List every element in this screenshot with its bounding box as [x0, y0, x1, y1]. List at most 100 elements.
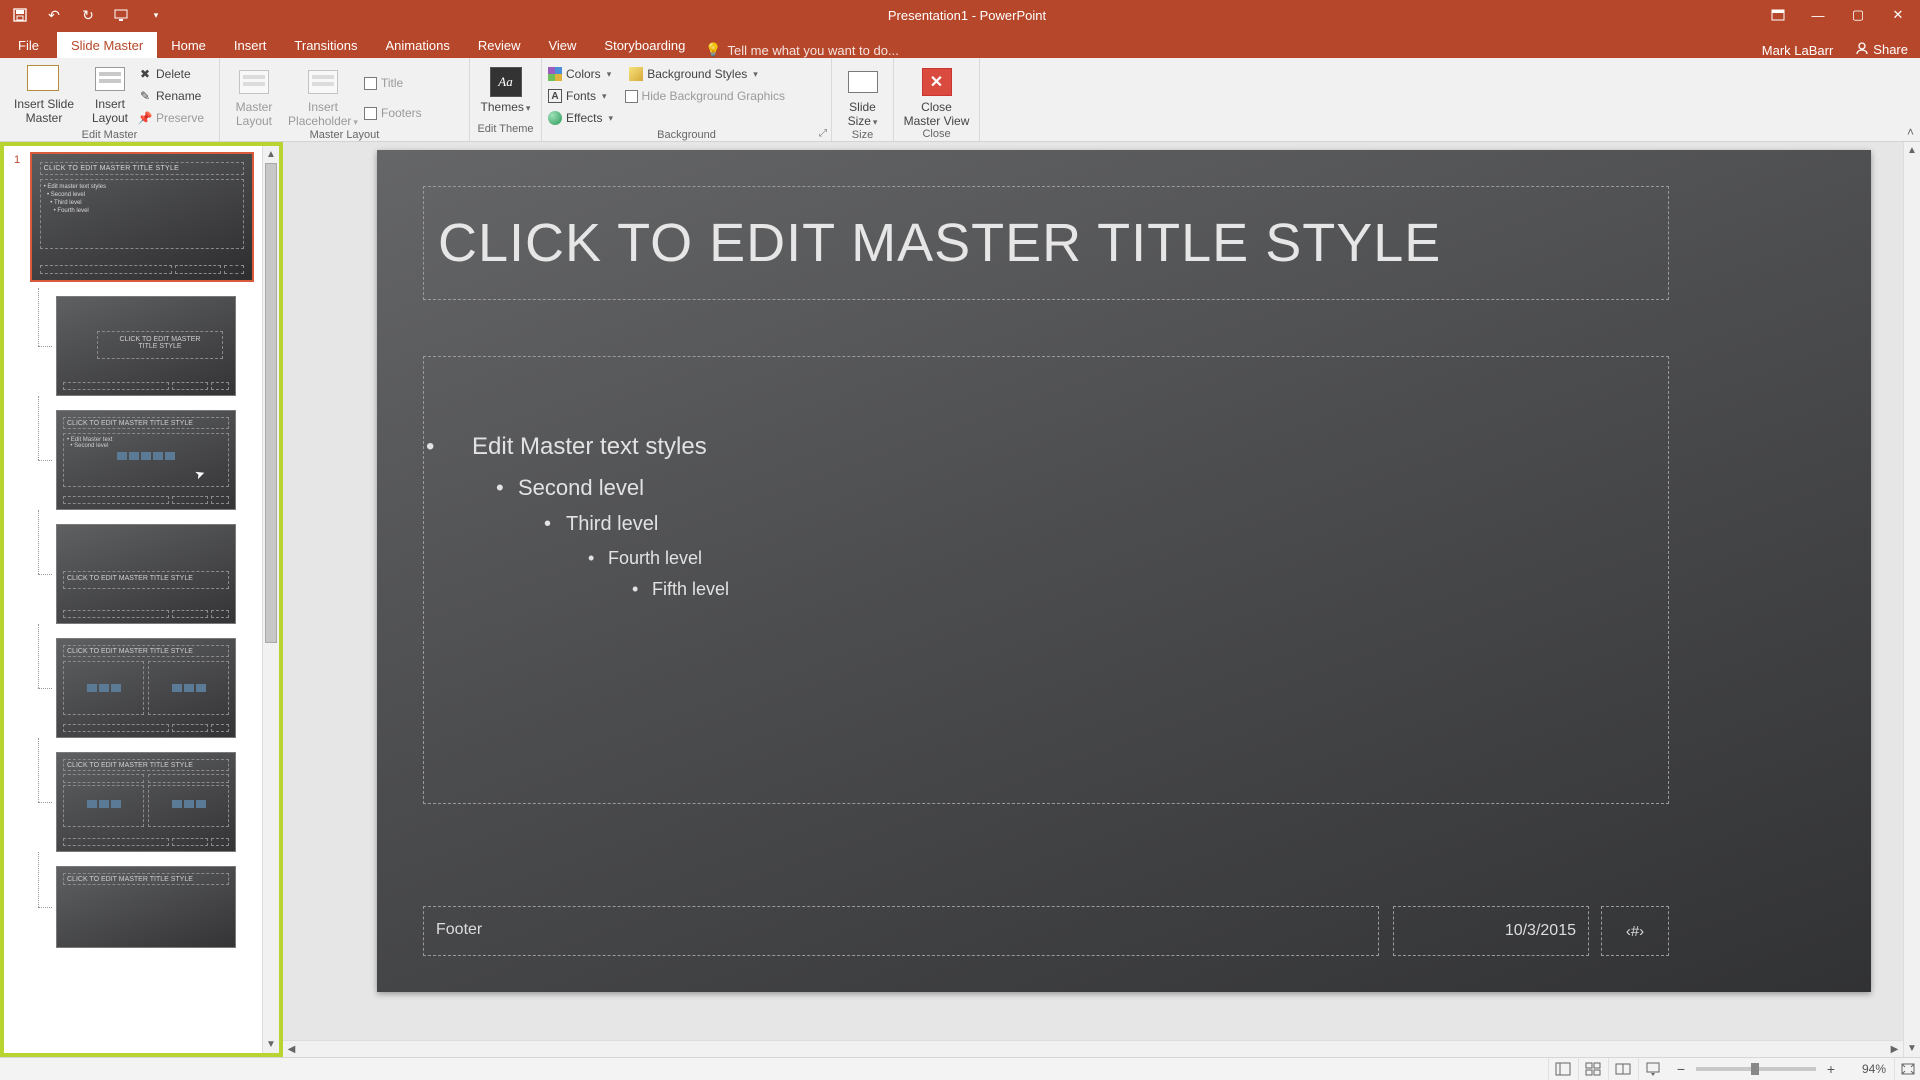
footers-checkbox[interactable]: Footers [364, 102, 422, 124]
window-title: Presentation1 - PowerPoint [164, 8, 1770, 23]
insert-layout-button[interactable]: Insert Layout [84, 61, 136, 125]
qat-customize-icon[interactable]: ▾ [148, 7, 164, 23]
slide-edit-pane[interactable]: CLICK TO EDIT MASTER TITLE STYLE Edit Ma… [283, 142, 1903, 1057]
background-dialog-launcher-icon[interactable]: ⤢ [819, 128, 827, 139]
group-label-background: Background [548, 129, 825, 141]
tab-file[interactable]: File [0, 32, 57, 58]
delete-icon: ✖ [138, 67, 152, 81]
title-placeholder[interactable]: CLICK TO EDIT MASTER TITLE STYLE [423, 186, 1669, 300]
editor-area: CLICK TO EDIT MASTER TITLE STYLE Edit Ma… [283, 142, 1920, 1057]
normal-view-button[interactable] [1548, 1058, 1576, 1080]
tab-animations[interactable]: Animations [372, 32, 464, 58]
slide-size-button[interactable]: Slide Size [838, 64, 887, 129]
thumbnail-panel-highlight: 1 CLICK TO EDIT MASTER TITLE STYLE • Edi… [0, 142, 283, 1057]
layout-thumbnail-title-slide[interactable]: CLICK TO EDIT MASTER TITLE STYLE [56, 296, 236, 396]
body-level-1[interactable]: Edit Master text styles [448, 433, 1644, 461]
fit-to-window-button[interactable] [1894, 1058, 1920, 1080]
undo-icon[interactable]: ↶ [46, 7, 62, 23]
lightbulb-icon: 💡 [705, 42, 721, 58]
slide-master-thumbnail[interactable]: CLICK TO EDIT MASTER TITLE STYLE • Edit … [30, 152, 254, 282]
tab-insert[interactable]: Insert [220, 32, 281, 58]
background-styles-button[interactable]: Background Styles [629, 63, 758, 85]
slide-number-placeholder[interactable]: ‹#› [1601, 906, 1669, 956]
start-from-beginning-icon[interactable] [114, 7, 130, 23]
layout-thumbnail-comparison[interactable]: CLICK TO EDIT MASTER TITLE STYLE [56, 752, 236, 852]
scroll-right-icon[interactable]: ▶ [1886, 1044, 1903, 1055]
zoom-slider-handle[interactable] [1751, 1063, 1759, 1075]
ribbon-tabs: File Slide Master Home Insert Transition… [0, 30, 1920, 58]
group-edit-master: Insert Slide Master Insert Layout ✖Delet… [0, 58, 220, 141]
layout-thumbnail-section-header[interactable]: CLICK TO EDIT MASTER TITLE STYLE [56, 524, 236, 624]
group-label-close: Close [900, 128, 973, 141]
redo-icon[interactable]: ↻ [80, 7, 96, 23]
title-checkbox[interactable]: Title [364, 72, 422, 94]
body-level-4[interactable]: Fourth level [448, 548, 1644, 569]
tell-me-search[interactable]: 💡 Tell me what you want to do... [705, 42, 898, 58]
group-label-edit-master: Edit Master [6, 129, 213, 141]
scroll-down-icon[interactable]: ▼ [263, 1036, 279, 1053]
zoom-control: − + 94% [1666, 1061, 1894, 1077]
preserve-button[interactable]: 📌Preserve [138, 107, 204, 129]
scroll-left-icon[interactable]: ◀ [283, 1044, 300, 1055]
preserve-icon: 📌 [138, 111, 152, 125]
collapse-ribbon-icon[interactable]: ˄ [1907, 125, 1914, 139]
colors-icon [548, 67, 562, 81]
editor-vertical-scrollbar[interactable]: ▲ ▼ [1903, 142, 1920, 1057]
slide-canvas[interactable]: CLICK TO EDIT MASTER TITLE STYLE Edit Ma… [377, 150, 1871, 992]
zoom-in-button[interactable]: + [1824, 1061, 1838, 1077]
tab-home[interactable]: Home [157, 32, 220, 58]
scrollbar-handle[interactable] [265, 163, 277, 643]
thumbnail-scrollbar[interactable]: ▲ ▼ [262, 146, 279, 1053]
group-close: ✕ Close Master View Close [894, 58, 980, 141]
themes-button[interactable]: Aa Themes [476, 64, 535, 115]
scroll-up-icon[interactable]: ▲ [1904, 142, 1920, 159]
master-layout-button[interactable]: Master Layout [226, 64, 282, 128]
body-level-3[interactable]: Third level [448, 513, 1644, 536]
scroll-down-icon[interactable]: ▼ [1904, 1040, 1920, 1057]
master-layout-icon [239, 70, 269, 94]
layout-thumbnail-two-content[interactable]: CLICK TO EDIT MASTER TITLE STYLE [56, 638, 236, 738]
body-placeholder[interactable]: Edit Master text styles Second level Thi… [423, 356, 1669, 804]
hide-background-graphics-checkbox[interactable]: Hide Background Graphics [625, 85, 785, 107]
rename-button[interactable]: ✎Rename [138, 85, 204, 107]
share-label: Share [1873, 42, 1908, 57]
editor-horizontal-scrollbar[interactable]: ◀ ▶ [283, 1040, 1903, 1057]
signed-in-user[interactable]: Mark LaBarr [1752, 43, 1844, 58]
insert-placeholder-button[interactable]: Insert Placeholder [284, 64, 362, 129]
slide-sorter-view-button[interactable] [1578, 1058, 1606, 1080]
layout-thumbnail-title-only[interactable]: CLICK TO EDIT MASTER TITLE STYLE [56, 866, 236, 948]
insert-slide-master-button[interactable]: Insert Slide Master [6, 61, 82, 125]
tab-transitions[interactable]: Transitions [280, 32, 371, 58]
effects-button[interactable]: Effects [548, 107, 613, 129]
minimize-icon[interactable]: — [1810, 7, 1826, 23]
themes-icon: Aa [490, 67, 522, 97]
close-window-icon[interactable]: ✕ [1890, 7, 1906, 23]
layout-thumbnail-title-and-content[interactable]: CLICK TO EDIT MASTER TITLE STYLE • Edit … [56, 410, 236, 510]
close-master-view-button[interactable]: ✕ Close Master View [900, 64, 973, 128]
zoom-out-button[interactable]: − [1674, 1061, 1688, 1077]
zoom-percent[interactable]: 94% [1846, 1062, 1886, 1076]
tab-view[interactable]: View [534, 32, 590, 58]
fonts-button[interactable]: AFonts [548, 85, 607, 107]
tab-slide-master[interactable]: Slide Master [57, 32, 157, 58]
footer-placeholder[interactable]: Footer [423, 906, 1379, 956]
workspace: 1 CLICK TO EDIT MASTER TITLE STYLE • Edi… [0, 142, 1920, 1057]
body-level-2[interactable]: Second level [448, 475, 1644, 501]
date-placeholder[interactable]: 10/3/2015 [1393, 906, 1589, 956]
zoom-slider[interactable] [1696, 1067, 1816, 1071]
colors-button[interactable]: Colors [548, 63, 611, 85]
layout-icon [95, 67, 125, 91]
title-text[interactable]: CLICK TO EDIT MASTER TITLE STYLE [438, 212, 1441, 274]
save-icon[interactable] [12, 7, 28, 23]
slideshow-view-button[interactable] [1638, 1058, 1666, 1080]
delete-button[interactable]: ✖Delete [138, 63, 204, 85]
tab-review[interactable]: Review [464, 32, 535, 58]
maximize-icon[interactable]: ▢ [1850, 7, 1866, 23]
scroll-up-icon[interactable]: ▲ [263, 146, 279, 163]
ribbon-display-options-icon[interactable] [1770, 7, 1786, 23]
checkbox-icon [625, 90, 638, 103]
body-level-5[interactable]: Fifth level [448, 579, 1644, 600]
share-button[interactable]: Share [1843, 41, 1920, 58]
reading-view-button[interactable] [1608, 1058, 1636, 1080]
tab-storyboarding[interactable]: Storyboarding [590, 32, 699, 58]
